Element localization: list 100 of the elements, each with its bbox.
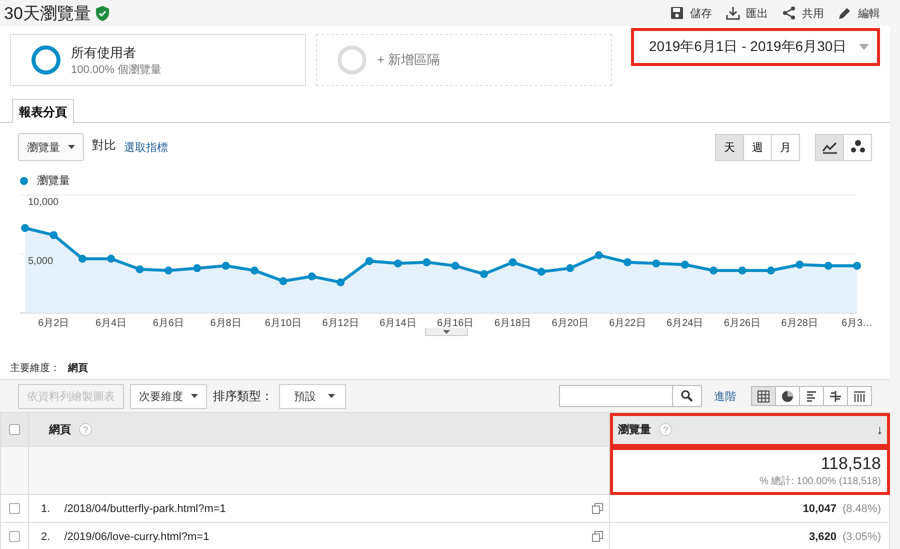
toolbar-button[interactable]: 儲存 [670,6,712,20]
date-range-picker[interactable]: 2019年6月1日 - 2019年6月30日 [631,28,880,66]
compare-label: 對比 [92,137,116,154]
sort-type-label: 排序類型： [213,388,273,404]
data-point [308,272,316,280]
data-point [136,265,144,274]
x-tick-label: 6月3… [841,318,873,329]
caret-icon [443,330,450,334]
data-point [710,266,718,275]
checkbox[interactable] [9,531,20,542]
open-page-icon [592,531,603,542]
caret-icon [859,44,869,50]
data-point [766,266,775,275]
ring-icon [337,45,367,75]
x-tick-label: 6月26日 [724,318,761,329]
x-tick-label: 6月12日 [322,318,359,329]
row-index: 2. [41,530,50,542]
checkbox[interactable] [9,424,20,436]
data-point [222,262,230,270]
data-point [50,231,58,240]
data-point [193,264,202,272]
column-header[interactable]: 瀏覽量 [618,422,651,437]
granularity-button[interactable]: 天 [715,134,744,160]
pivot-icon [853,390,866,402]
view-button[interactable] [751,386,776,406]
ring-icon [31,45,61,75]
page-link[interactable]: /2018/04/butterfly-park.html?m=1 [64,502,578,514]
view-button[interactable] [775,386,800,406]
x-tick-label: 6月16日 [437,318,474,329]
x-tick-label: 6月8日 [210,318,242,329]
data-point [652,259,660,268]
segment-name: + 新增區隔 [377,51,440,69]
chart-type-button[interactable] [843,134,872,160]
toolbar-button[interactable]: 匯出 [726,6,768,20]
y-tick-label: 5,000 [28,256,54,267]
x-tick-label: 6月14日 [380,318,416,329]
caret-icon [68,145,75,149]
data-point [480,270,488,278]
x-tick-label: 6月24日 [666,318,704,329]
caret-icon [328,394,335,398]
share-icon [782,6,796,20]
sort-arrow[interactable]: ↓ [876,422,883,437]
search-icon [681,390,693,402]
x-tick-label: 6月28日 [781,318,818,329]
x-tick-label: 6月18日 [494,318,532,329]
pie-icon [781,390,794,402]
dimension-value[interactable]: 網頁 [68,361,88,379]
x-tick-label: 6月22日 [609,318,646,329]
data-point [365,257,374,266]
open-page-icon [592,503,603,514]
download-icon [726,6,740,20]
data-point [680,260,689,269]
legend-label: 瀏覽量 [37,174,70,188]
data-point [250,266,259,275]
column-header[interactable]: 網頁 [49,422,71,437]
data-point [824,262,832,270]
data-point [738,266,746,275]
segment-subtitle: 100.00% 個瀏覽量 [71,62,162,76]
search-field[interactable] [559,385,702,407]
view-button[interactable] [823,386,848,406]
add-segment-card[interactable]: + 新增區隔 [316,34,612,86]
table-cell: (3.05%) [842,530,881,542]
x-tick-label: 6月6日 [152,318,184,329]
shield-check-icon [96,6,109,20]
toolbar-button[interactable]: 編輯 [838,6,880,20]
segment-card[interactable]: 所有使用者 100.00% 個瀏覽量 [10,34,306,86]
data-point [422,258,431,266]
data-point [21,224,29,232]
data-point [537,268,546,276]
checkbox[interactable] [9,503,20,514]
tab[interactable]: 報表分頁 [12,99,74,123]
granularity-button[interactable]: 月 [771,134,800,160]
comparison-icon [829,390,842,402]
report-title: 30天瀏覽量 [4,2,91,24]
data-point [451,262,460,270]
view-button[interactable] [847,386,872,406]
sort-type-dropdown[interactable]: 預設 [279,384,346,408]
bubbles-icon [850,139,866,155]
view-button[interactable] [799,386,824,406]
data-point [107,254,116,263]
x-tick-label: 6月20日 [552,318,588,329]
metric-dropdown[interactable]: 瀏覽量 [18,133,84,161]
data-point [796,260,804,269]
x-tick-label: 6月10日 [264,318,302,329]
data-point [853,262,861,270]
dimension-label: 主要維度： [10,362,60,376]
data-point [623,258,632,266]
secondary-dimension-dropdown[interactable]: 次要維度 [130,384,207,408]
toolbar-button[interactable]: 共用 [782,6,824,20]
data-point [279,277,288,286]
x-tick-label: 6月4日 [96,318,127,329]
caret-icon [191,394,198,398]
data-point [78,254,86,263]
collapse-handle[interactable] [425,328,468,336]
chart-type-button[interactable] [815,134,844,160]
page-link[interactable]: /2019/06/love-curry.html?m=1 [64,530,578,542]
granularity-button[interactable]: 週 [743,134,772,160]
date-range: 2019年6月1日 - 2019年6月30日 [649,38,847,56]
select-metric-link[interactable]: 選取指標 [124,140,168,154]
advanced-link[interactable]: 進階 [714,388,736,404]
